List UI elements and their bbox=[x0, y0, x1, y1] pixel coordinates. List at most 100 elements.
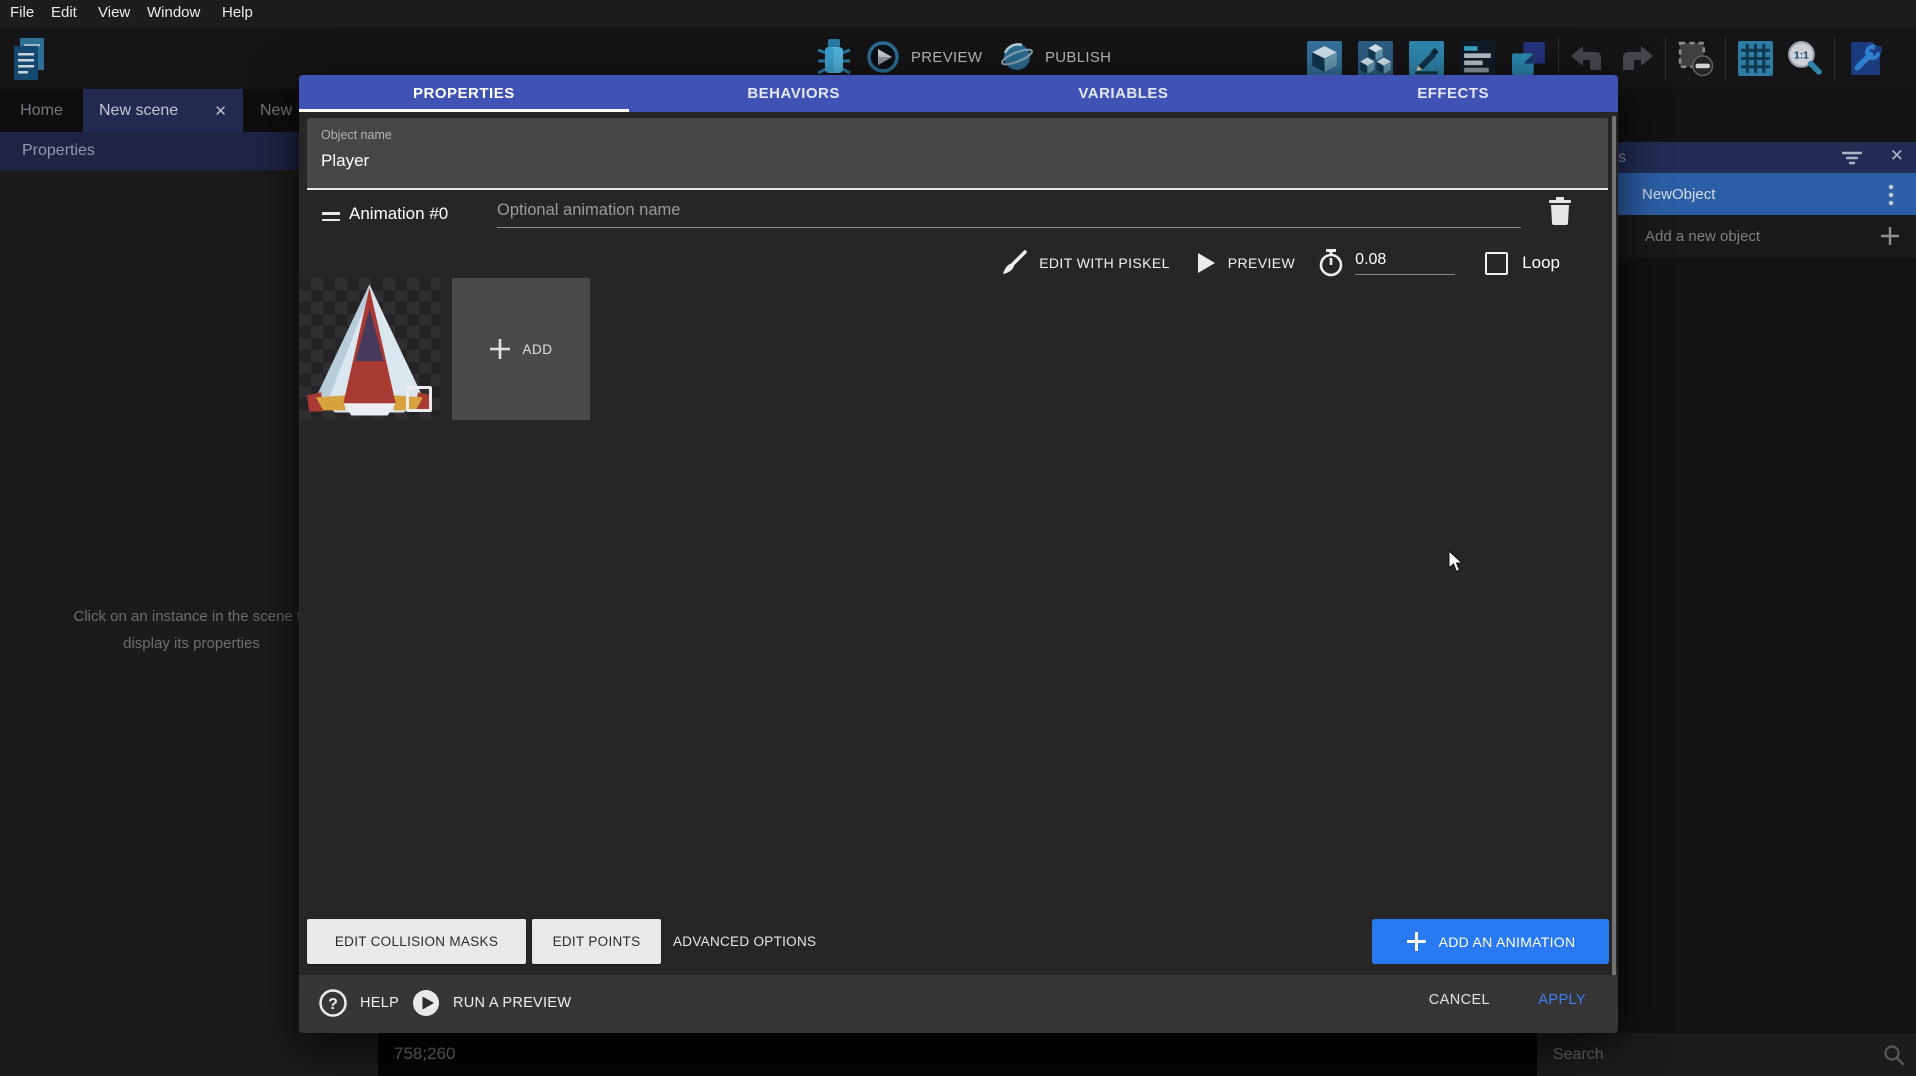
dialog-scrollbar[interactable] bbox=[1612, 116, 1616, 1030]
scene-status-bar: 758;260 bbox=[378, 1033, 1538, 1076]
search-icon bbox=[1882, 1043, 1906, 1067]
tab-effects[interactable]: EFFECTS bbox=[1288, 75, 1618, 112]
cancel-button[interactable]: CANCEL bbox=[1429, 992, 1490, 1008]
add-new-object-row[interactable]: Add a new object bbox=[1618, 215, 1916, 258]
project-manager-icon[interactable] bbox=[10, 36, 50, 84]
menu-edit[interactable]: Edit bbox=[51, 4, 77, 21]
preview-label: PREVIEW bbox=[911, 49, 982, 66]
cursor-coordinates: 758;260 bbox=[394, 1044, 455, 1064]
filter-icon[interactable] bbox=[1840, 150, 1864, 166]
open-events-icon[interactable] bbox=[1459, 40, 1496, 77]
edit-points-button[interactable]: EDIT POINTS bbox=[532, 919, 661, 964]
play-circle-icon bbox=[411, 988, 441, 1018]
dialog-footer: ? HELP RUN A PREVIEW CANCEL APPLY bbox=[299, 975, 1618, 1033]
animation-actions-row: EDIT WITH PISKEL PREVIEW 0.08 bbox=[1001, 245, 1560, 281]
object-name-field-label: Object name bbox=[321, 128, 392, 142]
open-object-groups-icon[interactable] bbox=[1357, 40, 1394, 77]
object-name-label: NewObject bbox=[1642, 186, 1715, 203]
menu-view[interactable]: View bbox=[98, 4, 130, 21]
help-button[interactable]: ? HELP bbox=[318, 988, 399, 1018]
toolbar-separator bbox=[1834, 36, 1835, 80]
help-icon: ? bbox=[318, 988, 348, 1018]
tab-properties[interactable]: PROPERTIES bbox=[299, 75, 629, 112]
animation-header-row: Animation #0 Optional animation name bbox=[299, 195, 1618, 241]
menu-bar: File Edit View Window Help bbox=[0, 0, 1916, 27]
object-name-field-value[interactable]: Player bbox=[321, 151, 369, 171]
open-layers-icon[interactable] bbox=[1510, 40, 1547, 77]
add-frame-tile[interactable]: ADD bbox=[452, 278, 590, 420]
delete-animation-icon[interactable] bbox=[1547, 196, 1573, 226]
animation-name-input[interactable]: Optional animation name bbox=[497, 201, 1521, 228]
stopwatch-icon bbox=[1317, 248, 1345, 278]
debugger-icon[interactable] bbox=[816, 36, 852, 80]
toggle-mask-icon[interactable] bbox=[1677, 40, 1714, 77]
tab-home[interactable]: Home bbox=[0, 89, 83, 132]
loop-toggle[interactable]: Loop bbox=[1485, 252, 1560, 275]
toggle-grid-icon[interactable] bbox=[1737, 40, 1774, 77]
toolbar-separator bbox=[1665, 36, 1666, 80]
loop-label: Loop bbox=[1522, 253, 1560, 273]
preview-button[interactable]: PREVIEW bbox=[866, 40, 982, 74]
objects-panel-header: s ✕ bbox=[1618, 142, 1916, 173]
add-object-plus-icon bbox=[1880, 226, 1900, 246]
time-between-frames-value[interactable]: 0.08 bbox=[1355, 251, 1455, 275]
animation-title: Animation #0 bbox=[349, 204, 448, 224]
plus-icon bbox=[1406, 931, 1427, 952]
menu-file[interactable]: File bbox=[10, 4, 34, 21]
add-frame-label: ADD bbox=[522, 342, 552, 357]
preview-play-icon bbox=[866, 40, 900, 74]
plus-icon bbox=[489, 338, 511, 360]
preview-animation-button[interactable]: PREVIEW bbox=[1196, 251, 1295, 275]
frame-select-box[interactable] bbox=[406, 386, 432, 412]
search-input[interactable] bbox=[1551, 1040, 1875, 1070]
object-list-item-selected[interactable]: NewObject bbox=[1618, 173, 1916, 215]
brush-icon bbox=[1001, 250, 1027, 276]
objects-search-bar bbox=[1537, 1033, 1916, 1076]
toolbar-separator bbox=[1725, 36, 1726, 80]
drag-handle-icon[interactable] bbox=[322, 212, 340, 225]
tab-partial-label: New bbox=[260, 102, 292, 120]
open-objects-editor-icon[interactable] bbox=[1306, 40, 1343, 77]
sprite-frame-thumbnail[interactable] bbox=[299, 278, 440, 420]
zoom-1-1-icon[interactable]: 1:1 bbox=[1786, 40, 1823, 77]
undo-icon[interactable] bbox=[1570, 45, 1604, 71]
edit-with-piskel-button[interactable]: EDIT WITH PISKEL bbox=[1001, 250, 1170, 276]
add-new-object-label: Add a new object bbox=[1645, 228, 1760, 245]
tab-home-label: Home bbox=[20, 102, 63, 120]
tab-behaviors[interactable]: BEHAVIORS bbox=[629, 75, 959, 112]
properties-panel-title: Properties bbox=[22, 142, 95, 160]
tab-new-scene-label: New scene bbox=[99, 102, 178, 120]
tab-close-icon[interactable]: ✕ bbox=[214, 102, 227, 120]
publish-button[interactable]: PUBLISH bbox=[1000, 40, 1111, 74]
publish-globe-icon bbox=[1000, 40, 1034, 74]
scene-settings-icon[interactable] bbox=[1846, 40, 1883, 77]
objects-panel-top bbox=[1618, 89, 1916, 142]
menu-window[interactable]: Window bbox=[147, 4, 200, 21]
toolbar-separator bbox=[1558, 36, 1559, 80]
objects-panel-body bbox=[1618, 258, 1916, 1033]
object-menu-dots-icon[interactable] bbox=[1888, 184, 1894, 206]
redo-icon[interactable] bbox=[1620, 45, 1654, 71]
apply-button[interactable]: APPLY bbox=[1538, 992, 1586, 1008]
mouse-cursor bbox=[1448, 550, 1464, 574]
play-icon bbox=[1196, 251, 1216, 275]
advanced-options-button[interactable]: ADVANCED OPTIONS bbox=[673, 919, 816, 964]
loop-checkbox[interactable] bbox=[1485, 252, 1508, 275]
svg-text:1:1: 1:1 bbox=[1794, 50, 1809, 61]
edit-scene-icon[interactable] bbox=[1408, 40, 1445, 77]
svg-text:?: ? bbox=[328, 996, 338, 1013]
object-name-field[interactable]: Object name Player bbox=[307, 118, 1608, 190]
gdevelop-window: File Edit View Window Help bbox=[0, 0, 1916, 1076]
active-tab-indicator bbox=[299, 109, 629, 112]
run-a-preview-button[interactable]: RUN A PREVIEW bbox=[411, 988, 571, 1018]
publish-label: PUBLISH bbox=[1045, 49, 1111, 66]
time-between-frames-field[interactable]: 0.08 bbox=[1317, 248, 1455, 278]
tab-variables[interactable]: VARIABLES bbox=[959, 75, 1289, 112]
edit-collision-masks-button[interactable]: EDIT COLLISION MASKS bbox=[307, 919, 526, 964]
dialog-tab-bar: PROPERTIES BEHAVIORS VARIABLES EFFECTS bbox=[299, 75, 1618, 112]
object-editor-dialog: PROPERTIES BEHAVIORS VARIABLES EFFECTS O… bbox=[299, 75, 1618, 1033]
add-an-animation-button[interactable]: ADD AN ANIMATION bbox=[1372, 919, 1609, 964]
menu-help[interactable]: Help bbox=[222, 4, 253, 21]
close-panel-icon[interactable]: ✕ bbox=[1890, 146, 1904, 166]
tab-new-scene[interactable]: New scene ✕ bbox=[83, 89, 243, 132]
